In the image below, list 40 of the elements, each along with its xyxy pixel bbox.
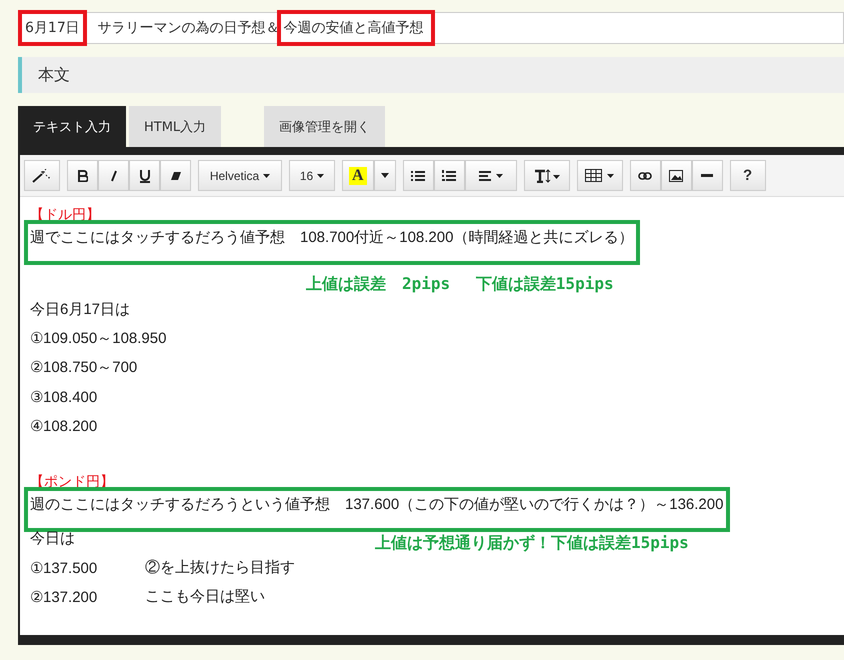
link-icon[interactable] <box>630 160 661 191</box>
eraser-icon[interactable] <box>160 160 191 191</box>
caret-icon[interactable] <box>374 160 396 191</box>
table-icon[interactable] <box>576 160 623 191</box>
caret-icon <box>263 174 270 178</box>
text-color-button[interactable]: A <box>342 160 374 191</box>
underline-icon[interactable] <box>129 160 160 191</box>
text-line: ②137.200 <box>30 588 98 606</box>
annotation-text: 上値は予想通り届かず！下値は誤差15pips <box>375 532 689 554</box>
text-line: 今日6月17日は <box>30 300 132 320</box>
text-line: ③108.400 <box>30 388 98 408</box>
bullet-list-icon[interactable] <box>402 160 434 191</box>
text-height-icon[interactable] <box>524 160 570 191</box>
image-manager-button[interactable]: 画像管理を開く <box>264 106 386 147</box>
annotation-text: 上値は誤差 2pips 下値は誤差15pips <box>306 274 614 295</box>
align-icon[interactable] <box>464 160 517 191</box>
numbered-list-icon[interactable] <box>434 160 465 191</box>
editor-content[interactable] <box>20 197 844 635</box>
image-icon[interactable] <box>660 160 692 191</box>
magic-wand-icon[interactable] <box>24 160 60 191</box>
font-size-dropdown[interactable]: 16 <box>289 160 335 191</box>
title-text: サラリーマンの為の日予想＆ <box>96 19 281 38</box>
bold-icon[interactable] <box>67 160 98 191</box>
text-line: ④108.200 <box>30 416 98 436</box>
text-line: ①137.500 <box>30 558 98 576</box>
help-button[interactable]: ? <box>730 160 766 191</box>
italic-icon[interactable] <box>98 160 129 191</box>
section-header: 本文 <box>18 57 844 93</box>
title-text: 6月17日 <box>21 13 84 43</box>
text-line: 今日は <box>30 529 76 548</box>
text-line: ここも今日は堅い <box>145 587 265 606</box>
font-dropdown[interactable]: Helvetica <box>198 160 282 191</box>
title-text: 今週の安値と高値予想 <box>280 13 432 43</box>
title-field[interactable]: 6月17日 サラリーマンの為の日予想＆ 今週の安値と高値予想 <box>18 12 844 44</box>
text-line: ②を上抜けたら目指す <box>145 558 295 577</box>
text-line: ②108.750～700 <box>30 358 138 378</box>
editor-tab[interactable]: テキスト入力 <box>18 106 126 147</box>
caret-icon <box>317 174 324 178</box>
editor-tab[interactable]: HTML入力 <box>129 106 222 147</box>
text-line: ①109.050～108.950 <box>30 329 168 349</box>
